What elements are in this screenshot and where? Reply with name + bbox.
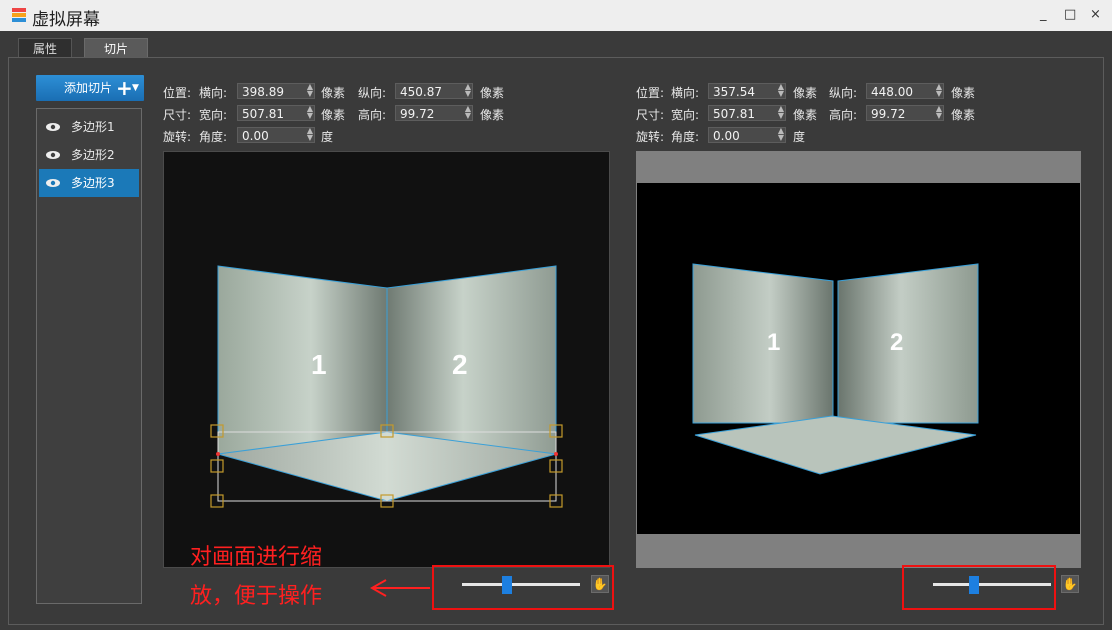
eye-icon[interactable] — [45, 141, 61, 169]
unit-label: 像素 — [793, 108, 818, 122]
rotation-label: 旋转: — [636, 130, 665, 144]
resize-handle[interactable] — [210, 459, 224, 473]
maximize-button[interactable]: □ — [1064, 7, 1076, 22]
angle-label: 角度: — [199, 130, 228, 144]
polygon-item-3[interactable]: 多边形3 — [39, 169, 139, 197]
polygon-item-label: 多边形2 — [71, 148, 115, 162]
polygon-item-1[interactable]: 多边形1 — [39, 113, 139, 141]
preview-drawing: 1 2 — [692, 263, 979, 475]
horizontal-label: 横向: — [671, 86, 700, 100]
add-slice-button[interactable]: 添加切片 + ▼ — [36, 75, 144, 101]
preview-polygon-1 — [692, 263, 834, 424]
window-title: 虚拟屏幕 — [32, 10, 100, 30]
polygon-2-shape[interactable] — [386, 265, 557, 455]
rotation-label: 旋转: — [163, 130, 192, 144]
tab-slice[interactable]: 切片 — [84, 38, 148, 59]
dropdown-arrow-icon: ▼ — [132, 83, 139, 93]
vertex-point[interactable] — [216, 452, 220, 456]
annotation-line-2: 放，便于操作 — [190, 584, 323, 609]
position-x-spinner[interactable]: ▲ ▼ — [775, 83, 787, 99]
position-y-spinner[interactable]: ▲ ▼ — [462, 83, 474, 99]
size-label: 尺寸: — [163, 108, 192, 122]
horizontal-label: 横向: — [199, 86, 228, 100]
rotation-angle-spinner[interactable]: ▲ ▼ — [304, 127, 316, 143]
plus-icon: + — [116, 76, 133, 100]
width-label: 宽向: — [199, 108, 228, 122]
polygon-item-label: 多边形3 — [71, 176, 115, 190]
app-logo-icon — [12, 8, 26, 22]
annotation-line-1: 对画面进行缩 — [190, 545, 323, 570]
preview-polygon-3 — [694, 415, 977, 475]
position-label: 位置: — [163, 86, 192, 100]
tab-properties[interactable]: 属性 — [18, 38, 72, 59]
height-label: 高向: — [829, 108, 858, 122]
unit-label: 度 — [793, 130, 806, 144]
size-width-spinner[interactable]: ▲ ▼ — [775, 105, 787, 121]
vertical-label: 纵向: — [829, 86, 858, 100]
unit-label: 像素 — [951, 86, 976, 100]
unit-label: 像素 — [321, 108, 346, 122]
size-height-spinner[interactable]: ▲ ▼ — [933, 105, 945, 121]
preview-polygon-2 — [837, 263, 979, 424]
size-height-spinner[interactable]: ▲ ▼ — [462, 105, 474, 121]
height-label: 高向: — [358, 108, 387, 122]
add-slice-label: 添加切片 — [64, 81, 113, 95]
title-bar: 虚拟屏幕 _ □ × — [0, 0, 1112, 31]
polygon-1-shape[interactable] — [217, 265, 388, 455]
polygon-item-label: 多边形1 — [71, 120, 115, 134]
unit-label: 度 — [321, 130, 334, 144]
rotation-angle-spinner[interactable]: ▲ ▼ — [775, 127, 787, 143]
eye-icon[interactable] — [45, 113, 61, 141]
slice-editor-canvas[interactable]: 1 2 — [163, 151, 610, 568]
position-x-spinner[interactable]: ▲ ▼ — [304, 83, 316, 99]
unit-label: 像素 — [480, 108, 505, 122]
unit-label: 像素 — [480, 86, 505, 100]
size-width-spinner[interactable]: ▲ ▼ — [304, 105, 316, 121]
vertex-point[interactable] — [554, 452, 558, 456]
width-label: 宽向: — [671, 108, 700, 122]
polygon-list: 多边形1 多边形2 多边形3 — [36, 108, 142, 604]
slice-editor-drawing[interactable]: 1 2 — [164, 152, 611, 569]
annotation-arrow-icon — [369, 579, 430, 597]
position-label: 位置: — [636, 86, 665, 100]
polygon-2-number: 2 — [452, 349, 468, 380]
right-zoom-highlight-box — [902, 565, 1056, 610]
close-button[interactable]: × — [1090, 7, 1101, 22]
polygon-1-number: 1 — [311, 349, 327, 380]
preview-polygon-2-number: 2 — [890, 329, 903, 356]
left-zoom-highlight-box — [432, 565, 614, 610]
unit-label: 像素 — [951, 108, 976, 122]
preview-canvas[interactable]: 1 2 — [637, 183, 1080, 534]
preview-polygon-1-number: 1 — [767, 329, 780, 356]
minimize-button[interactable]: _ — [1040, 7, 1047, 22]
unit-label: 像素 — [321, 86, 346, 100]
unit-label: 像素 — [793, 86, 818, 100]
vertical-label: 纵向: — [358, 86, 387, 100]
size-label: 尺寸: — [636, 108, 665, 122]
eye-icon[interactable] — [45, 169, 61, 197]
polygon-item-2[interactable]: 多边形2 — [39, 141, 139, 169]
angle-label: 角度: — [671, 130, 700, 144]
pan-hand-icon[interactable]: ✋ — [1061, 575, 1079, 593]
position-y-spinner[interactable]: ▲ ▼ — [933, 83, 945, 99]
